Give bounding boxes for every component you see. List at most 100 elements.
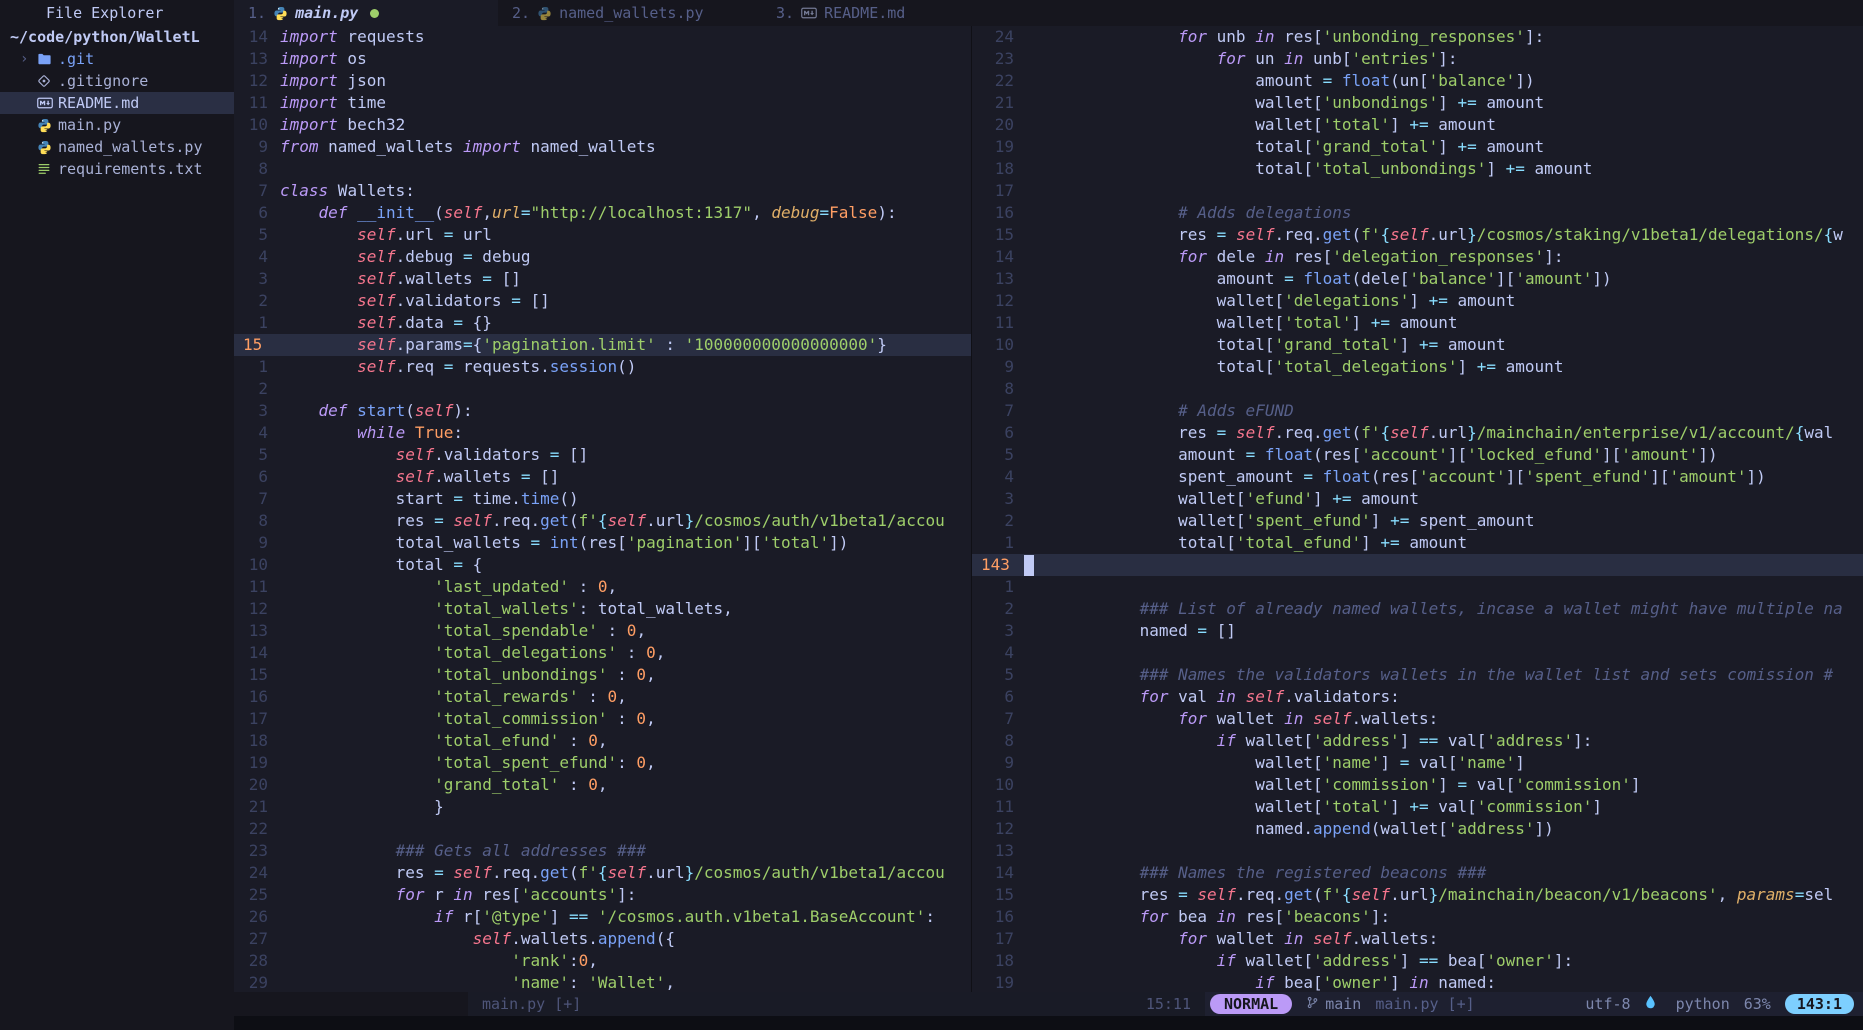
code-line[interactable]: 1 total['total_efund'] += amount bbox=[972, 532, 1863, 554]
code-line[interactable]: 28 'rank':0, bbox=[234, 950, 971, 972]
code-line[interactable]: 14 ### Names the registered beacons ### bbox=[972, 862, 1863, 884]
code-line[interactable]: 7 class Wallets: bbox=[234, 180, 971, 202]
tree-item-requirements-txt[interactable]: requirements.txt bbox=[0, 158, 234, 180]
code-line[interactable]: 9 total['total_delegations'] += amount bbox=[972, 356, 1863, 378]
tab-main-py[interactable]: 1. main.py bbox=[234, 0, 498, 26]
code-line[interactable]: 26 if r['@type'] == '/cosmos.auth.v1beta… bbox=[234, 906, 971, 928]
code-line[interactable]: 12 wallet['delegations'] += amount bbox=[972, 290, 1863, 312]
code-line[interactable]: 9 from named_wallets import named_wallets bbox=[234, 136, 971, 158]
code-line[interactable]: 11 wallet['total'] += val['commission'] bbox=[972, 796, 1863, 818]
code-line[interactable]: 6 def __init__(self,url="http://localhos… bbox=[234, 202, 971, 224]
code-line[interactable]: 12 import json bbox=[234, 70, 971, 92]
code-line[interactable]: 19 'total_spent_efund': 0, bbox=[234, 752, 971, 774]
code-line[interactable]: 5 self.url = url bbox=[234, 224, 971, 246]
code-line[interactable]: 9 wallet['name'] = val['name'] bbox=[972, 752, 1863, 774]
code-line[interactable]: 23 for un in unb['entries']: bbox=[972, 48, 1863, 70]
code-line[interactable]: 18 total['total_unbondings'] += amount bbox=[972, 158, 1863, 180]
code-line[interactable]: 24 for unb in res['unbonding_responses']… bbox=[972, 26, 1863, 48]
code-line[interactable]: 10 total['grand_total'] += amount bbox=[972, 334, 1863, 356]
code-line[interactable]: 2 ### List of already named wallets, inc… bbox=[972, 598, 1863, 620]
code-line[interactable]: 10 total = { bbox=[234, 554, 971, 576]
code-line[interactable]: 10 wallet['commission'] = val['commissio… bbox=[972, 774, 1863, 796]
code-line[interactable]: 14 for dele in res['delegation_responses… bbox=[972, 246, 1863, 268]
code-line[interactable]: 15 res = self.req.get(f'{self.url}/mainc… bbox=[972, 884, 1863, 906]
code-line[interactable]: 6 res = self.req.get(f'{self.url}/mainch… bbox=[972, 422, 1863, 444]
code-line[interactable]: 21 wallet['unbondings'] += amount bbox=[972, 92, 1863, 114]
code-line[interactable]: 19 if bea['owner'] in named: bbox=[972, 972, 1863, 992]
code-line[interactable]: 7 # Adds eFUND bbox=[972, 400, 1863, 422]
code-line[interactable]: 5 amount = float(res['account']['locked_… bbox=[972, 444, 1863, 466]
code-line[interactable]: 7 for wallet in self.wallets: bbox=[972, 708, 1863, 730]
code-line[interactable]: 16 'total_rewards' : 0, bbox=[234, 686, 971, 708]
code-line[interactable]: 27 self.wallets.append({ bbox=[234, 928, 971, 950]
code-line[interactable]: 1 bbox=[972, 576, 1863, 598]
code-line[interactable]: 22 bbox=[234, 818, 971, 840]
code-line[interactable]: 15 res = self.req.get(f'{self.url}/cosmo… bbox=[972, 224, 1863, 246]
code-line[interactable]: 18 'total_efund' : 0, bbox=[234, 730, 971, 752]
code-line[interactable]: 23 ### Gets all addresses ### bbox=[234, 840, 971, 862]
code-line[interactable]: 7 start = time.time() bbox=[234, 488, 971, 510]
code-line[interactable]: 4 bbox=[972, 642, 1863, 664]
code-line[interactable]: 2 self.validators = [] bbox=[234, 290, 971, 312]
code-line[interactable]: 17 'total_commission' : 0, bbox=[234, 708, 971, 730]
tab-named-wallets-py[interactable]: 2. named_wallets.py bbox=[498, 0, 762, 26]
code-line[interactable]: 2 wallet['spent_efund'] += spent_amount bbox=[972, 510, 1863, 532]
tree-item-readme-md[interactable]: README.md bbox=[0, 92, 234, 114]
code-line[interactable]: 13 import os bbox=[234, 48, 971, 70]
code-line[interactable]: 15 'total_unbondings' : 0, bbox=[234, 664, 971, 686]
code-line[interactable]: 11 'last_updated' : 0, bbox=[234, 576, 971, 598]
code-line[interactable]: 8 res = self.req.get(f'{self.url}/cosmos… bbox=[234, 510, 971, 532]
code-line[interactable]: 11 wallet['total'] += amount bbox=[972, 312, 1863, 334]
code-line[interactable]: 8 bbox=[972, 378, 1863, 400]
code-line[interactable]: 12 named.append(wallet['address']) bbox=[972, 818, 1863, 840]
code-line[interactable]: 3 named = [] bbox=[972, 620, 1863, 642]
code-line[interactable]: 13 amount = float(dele['balance']['amoun… bbox=[972, 268, 1863, 290]
code-line[interactable]: 4 spent_amount = float(res['account']['s… bbox=[972, 466, 1863, 488]
code-line[interactable]: 6 self.wallets = [] bbox=[234, 466, 971, 488]
editor-pane-left[interactable]: 14 import requests 13 import os 12 import jso… bbox=[234, 26, 971, 992]
code-line[interactable]: 6 for val in self.validators: bbox=[972, 686, 1863, 708]
code-line[interactable]: 19 total['grand_total'] += amount bbox=[972, 136, 1863, 158]
code-line[interactable]: 12 'total_wallets': total_wallets, bbox=[234, 598, 971, 620]
code-line[interactable]: 16 for bea in res['beacons']: bbox=[972, 906, 1863, 928]
code-line[interactable]: 13 'total_spendable' : 0, bbox=[234, 620, 971, 642]
code-line[interactable]: 1 self.data = {} bbox=[234, 312, 971, 334]
code-line[interactable]: 20 'grand_total' : 0, bbox=[234, 774, 971, 796]
code-line[interactable]: 8 bbox=[234, 158, 971, 180]
tree-item-gitignore[interactable]: .gitignore bbox=[0, 70, 234, 92]
code-line[interactable]: 4 self.debug = debug bbox=[234, 246, 971, 268]
code-line[interactable]: 5 self.validators = [] bbox=[234, 444, 971, 466]
code-line[interactable]: 14 'total_delegations' : 0, bbox=[234, 642, 971, 664]
code-line[interactable]: 17 bbox=[972, 180, 1863, 202]
code-line[interactable]: 11 import time bbox=[234, 92, 971, 114]
code-line[interactable]: 143 bbox=[972, 554, 1863, 576]
code-line[interactable]: 5 ### Names the validators wallets in th… bbox=[972, 664, 1863, 686]
code-line[interactable]: 9 total_wallets = int(res['pagination'][… bbox=[234, 532, 971, 554]
code-line[interactable]: 14 import requests bbox=[234, 26, 971, 48]
code-line[interactable]: 15 self.params={'pagination.limit' : '10… bbox=[234, 334, 971, 356]
code-line[interactable]: 3 self.wallets = [] bbox=[234, 268, 971, 290]
code-line[interactable]: 29 'name': 'Wallet', bbox=[234, 972, 971, 992]
code-line[interactable]: 4 while True: bbox=[234, 422, 971, 444]
code-line[interactable]: 25 for r in res['accounts']: bbox=[234, 884, 971, 906]
code-line[interactable]: 13 bbox=[972, 840, 1863, 862]
code-line[interactable]: 17 for wallet in self.wallets: bbox=[972, 928, 1863, 950]
file-explorer-root-path[interactable]: ~/code/python/WalletL bbox=[0, 26, 234, 48]
code-line[interactable]: 3 def start(self): bbox=[234, 400, 971, 422]
code-line[interactable]: 10 import bech32 bbox=[234, 114, 971, 136]
code-line[interactable]: 3 wallet['efund'] += amount bbox=[972, 488, 1863, 510]
code-line[interactable]: 20 wallet['total'] += amount bbox=[972, 114, 1863, 136]
code-line[interactable]: 22 amount = float(un['balance']) bbox=[972, 70, 1863, 92]
code-line[interactable]: 21 } bbox=[234, 796, 971, 818]
code-line[interactable]: 1 self.req = requests.session() bbox=[234, 356, 971, 378]
code-line[interactable]: 16 # Adds delegations bbox=[972, 202, 1863, 224]
tab-readme-md[interactable]: 3. README.md bbox=[762, 0, 1026, 26]
tree-item-named-wallets-py[interactable]: named_wallets.py bbox=[0, 136, 234, 158]
tree-item-git[interactable]: › .git bbox=[0, 48, 234, 70]
command-line[interactable] bbox=[234, 1016, 1863, 1030]
code-line[interactable]: 18 if wallet['address'] == bea['owner']: bbox=[972, 950, 1863, 972]
tree-item-main-py[interactable]: main.py bbox=[0, 114, 234, 136]
editor-pane-right[interactable]: 24 for unb in res['unbonding_responses']… bbox=[971, 26, 1863, 992]
code-line[interactable]: 2 bbox=[234, 378, 971, 400]
code-line[interactable]: 8 if wallet['address'] == val['address']… bbox=[972, 730, 1863, 752]
